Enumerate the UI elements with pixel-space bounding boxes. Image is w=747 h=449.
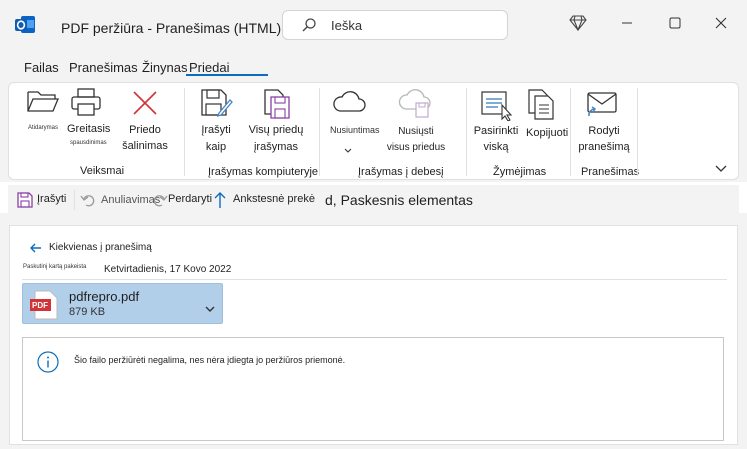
open-label: Atidarymas (28, 125, 59, 131)
group-label-irasymas-debesi: Įrašymas į debesį (358, 166, 444, 178)
close-icon (715, 16, 727, 34)
group-label-irasymas-kompiuteryje: Įrašymas kompiuteryje (208, 166, 319, 178)
save-as-icon (199, 87, 233, 124)
info-message: Šio failo peržiūrėti negalima, nes nėra … (74, 355, 346, 365)
group-label-veiksmai: Veiksmai (80, 165, 125, 177)
ribbon-expand-chevron-icon[interactable] (715, 160, 727, 178)
toolbar-divider (74, 190, 75, 210)
save-icon (17, 192, 33, 212)
pdf-file-icon: PDF (29, 290, 59, 325)
pdf-badge-text: PDF (32, 301, 48, 310)
ribbon-divider (319, 88, 320, 176)
folder-open-icon (26, 88, 60, 119)
search-icon (301, 17, 317, 33)
group-label-pranesimas: Pranešimas (581, 166, 640, 178)
undo-icon[interactable] (80, 192, 96, 213)
quick-print-sublabel: spausdinimas (70, 140, 107, 146)
group-label-zymejimas: Žymėjimas (493, 166, 547, 178)
maximize-button[interactable] (658, 8, 692, 42)
minimize-button[interactable] (610, 8, 644, 42)
envelope-arrow-icon (585, 90, 619, 125)
previous-item-label[interactable]: Ankstesnė prekė (233, 193, 315, 205)
next-item-label[interactable]: d, Paskesnis elementas (325, 192, 473, 208)
ribbon-divider (184, 88, 185, 176)
remove-attachment-label-2: šalinimas (122, 140, 168, 152)
remove-attachment-label-1: Priedo (129, 124, 161, 136)
ribbon-divider (637, 88, 638, 176)
attachment-chevron-down-icon[interactable] (205, 300, 215, 318)
tab-priedai[interactable]: Priedai (189, 60, 229, 75)
back-to-message-link[interactable]: Kiekvienas į pranešimą (49, 242, 152, 253)
header-divider (22, 279, 727, 280)
redo-icon[interactable] (153, 192, 168, 213)
attachment-name: pdfrepro.pdf (69, 289, 140, 304)
select-all-label-1: Pasirinkti (473, 125, 519, 137)
save-all-label-2: įrašymas (253, 141, 298, 153)
minimize-icon (621, 16, 633, 34)
outlook-app-icon (14, 14, 36, 36)
preview-unavailable-box: Šio failo peržiūrėti negalima, nes nėra … (22, 337, 724, 441)
info-icon (37, 351, 59, 378)
upload-label: Nusiuntimas (330, 125, 380, 135)
redo-label[interactable]: Perdaryti (168, 193, 212, 205)
search-box[interactable]: Ieška (282, 10, 508, 40)
close-button[interactable] (704, 8, 738, 42)
save-all-icon (262, 88, 292, 125)
tab-pranesimas[interactable]: Pranešimas (69, 60, 138, 75)
cloud-upload-all-icon (398, 89, 434, 124)
show-message-label-1: Rodyti (588, 125, 620, 137)
undo-label[interactable]: Anuliavimas (101, 194, 160, 206)
upload-all-label-2: visus priedus (386, 142, 446, 153)
tab-failas[interactable]: Failas (24, 60, 59, 75)
select-all-icon (480, 89, 514, 126)
attachment-card[interactable]: PDF pdfrepro.pdf 879 KB (22, 283, 223, 324)
upload-all-label-1: Nusiųsti (398, 126, 434, 137)
remove-x-icon (132, 90, 158, 121)
tab-zinynas[interactable]: Žinynas (142, 60, 188, 75)
back-arrow-icon[interactable] (30, 240, 42, 258)
ribbon-divider (466, 88, 467, 176)
maximize-icon (669, 16, 681, 34)
diamond-premium-button[interactable] (561, 8, 595, 42)
last-modified-label: Paskutinį kartą pakeista (23, 264, 87, 270)
active-tab-indicator (186, 74, 268, 76)
search-placeholder: Ieška (331, 18, 363, 33)
upload-chevron-icon[interactable] (344, 141, 352, 159)
window-title: PDF peržiūra - Pranešimas (HTML) (61, 20, 282, 36)
printer-icon (69, 87, 103, 122)
ribbon-divider (570, 88, 571, 176)
save-label[interactable]: Įrašyti (37, 193, 66, 205)
save-all-label-1: Visų priedų (248, 124, 304, 136)
select-all-label-2: viską (483, 141, 509, 153)
quick-print-label: Greitasis (67, 123, 111, 135)
show-message-label-2: pranešimą (578, 141, 630, 153)
last-modified-value: Ketvirtadienis, 17 Kovo 2022 (104, 264, 232, 275)
attachment-size: 879 KB (69, 306, 106, 318)
save-button[interactable] (17, 192, 33, 213)
copy-label: Kopijuoti (526, 127, 569, 139)
diamond-icon (569, 14, 587, 36)
save-as-label-2: kaip (205, 141, 227, 153)
copy-icon (526, 88, 556, 125)
save-as-label-1: Įrašyti (201, 124, 231, 136)
cloud-icon (331, 90, 367, 119)
previous-item-icon[interactable] (214, 191, 226, 214)
